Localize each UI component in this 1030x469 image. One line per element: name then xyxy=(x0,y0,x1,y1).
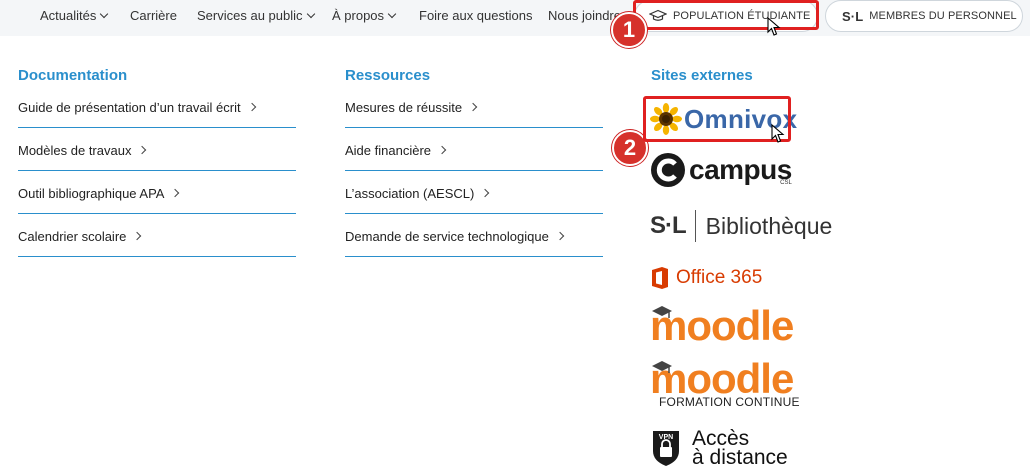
membres-du-personnel-button[interactable]: S·L MEMBRES DU PERSONNEL xyxy=(825,0,1023,32)
step-badge-number: 2 xyxy=(623,135,637,160)
population-etudiante-label: POPULATION ÉTUDIANTE xyxy=(673,10,811,22)
nav-label: Nous joindre xyxy=(548,8,621,23)
sunflower-icon xyxy=(650,103,682,135)
sl-logo: S·L xyxy=(650,212,687,239)
chevron-right-icon xyxy=(481,188,490,198)
office365-label: Office 365 xyxy=(676,267,763,288)
step-badge-number: 1 xyxy=(622,17,636,42)
link-label: Aide financière xyxy=(345,142,431,158)
doc-link-modeles[interactable]: Modèles de travaux xyxy=(18,128,296,171)
chevron-right-icon xyxy=(555,231,565,241)
chevron-right-icon xyxy=(133,231,142,241)
omnivox-label: Omnivox xyxy=(684,103,798,134)
ressources-heading: Ressources xyxy=(345,67,431,84)
chevron-right-icon xyxy=(247,102,256,112)
nav-nous-joindre[interactable]: Nous joindre xyxy=(548,8,621,23)
vpn-lock-icon: VPN xyxy=(653,431,679,466)
doc-link-guide[interactable]: Guide de présentation d’un travail écrit xyxy=(18,85,296,128)
office-logo-icon xyxy=(652,267,668,289)
nav-label: Foire aux questions xyxy=(419,8,533,23)
chevron-down-icon xyxy=(387,9,397,19)
campus-link[interactable]: campus CSL xyxy=(650,150,792,190)
moodle-link[interactable]: moodle xyxy=(650,303,794,349)
formation-continue-label: FORMATION CONTINUE xyxy=(659,395,800,409)
documentation-heading: Documentation xyxy=(18,67,128,84)
chevron-right-icon xyxy=(171,188,180,198)
population-etudiante-button[interactable]: POPULATION ÉTUDIANTE xyxy=(634,0,818,32)
nav-label: À propos xyxy=(332,8,385,23)
res-link-demande[interactable]: Demande de service technologique xyxy=(345,214,603,257)
campus-logo-icon xyxy=(651,153,685,187)
doc-link-calendrier[interactable]: Calendrier scolaire xyxy=(18,214,296,257)
step-badge-1: 1 xyxy=(611,12,647,48)
res-link-association[interactable]: L’association (AESCL) xyxy=(345,171,603,214)
moodle-formation-continue-link[interactable]: moodle FORMATION CONTINUE xyxy=(650,358,800,414)
doc-link-apa[interactable]: Outil bibliographique APA xyxy=(18,171,296,214)
bibliotheque-label: Bibliothèque xyxy=(705,212,833,239)
nav-services-au-public[interactable]: Services au public xyxy=(197,8,315,23)
link-label: Modèles de travaux xyxy=(18,142,132,158)
omnivox-link[interactable]: Omnivox xyxy=(650,100,797,138)
link-label: L’association (AESCL) xyxy=(345,185,475,201)
nav-label: Actualités xyxy=(40,8,97,23)
nav-label: Services au public xyxy=(197,8,303,23)
chevron-down-icon xyxy=(100,9,109,19)
chevron-right-icon xyxy=(138,145,147,155)
campus-label: campus xyxy=(689,154,792,185)
link-label: Guide de présentation d’un travail écrit xyxy=(18,99,241,115)
chevron-right-icon xyxy=(468,102,478,112)
a-distance-label: à distance xyxy=(692,446,788,469)
nav-faq[interactable]: Foire aux questions xyxy=(419,8,532,23)
res-link-mesures[interactable]: Mesures de réussite xyxy=(345,85,603,128)
graduation-cap-icon xyxy=(652,361,672,373)
step-badge-2: 2 xyxy=(612,130,648,166)
link-label: Calendrier scolaire xyxy=(18,228,127,244)
office365-link[interactable]: Office 365 xyxy=(650,264,762,292)
nav-label: Carrière xyxy=(130,8,177,23)
link-label: Outil bibliographique APA xyxy=(18,185,165,201)
chevron-right-icon xyxy=(437,145,447,155)
link-label: Demande de service technologique xyxy=(345,228,549,244)
res-link-aide[interactable]: Aide financière xyxy=(345,128,603,171)
logo-divider xyxy=(694,210,696,242)
chevron-down-icon xyxy=(306,9,315,19)
membres-du-personnel-label: MEMBRES DU PERSONNEL xyxy=(869,10,1017,22)
nav-carriere[interactable]: Carrière xyxy=(130,8,177,23)
sl-logo: S·L xyxy=(842,8,864,24)
nav-a-propos[interactable]: À propos xyxy=(332,8,397,23)
graduation-cap-icon xyxy=(652,306,672,318)
sites-externes-heading: Sites externes xyxy=(651,67,753,84)
nav-actualites[interactable]: Actualités xyxy=(40,8,109,23)
bibliotheque-link[interactable]: S·L Bibliothèque xyxy=(650,208,832,244)
acces-a-distance-link[interactable]: VPN Accès à distance xyxy=(650,428,788,468)
campus-sublabel: CSL xyxy=(780,180,792,186)
link-label: Mesures de réussite xyxy=(345,99,463,115)
graduation-cap-icon xyxy=(649,9,667,21)
